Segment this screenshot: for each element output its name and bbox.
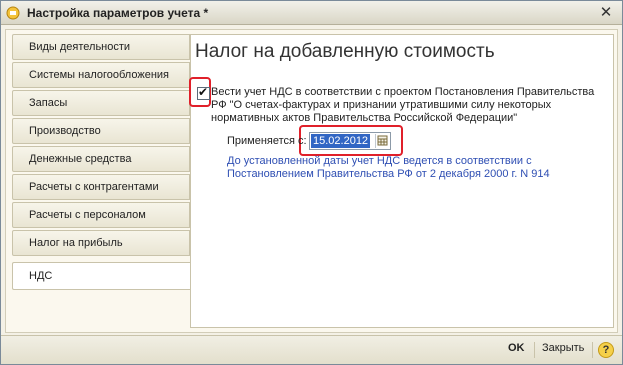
vat-checkbox-label[interactable]: Вести учет НДС в соответствии с проектом… [211,86,611,125]
tab-label: Виды деятельности [29,41,131,53]
tab-label: Налог на прибыль [29,237,123,249]
date-field[interactable]: 15.02.2012 [309,132,391,150]
tab-stocks[interactable]: Запасы [12,90,190,116]
tab-cash[interactable]: Денежные средства [12,146,190,172]
window-title: Настройка параметров учета * [27,6,209,20]
info-note: До установленной даты учет НДС ведется в… [227,155,550,180]
applied-from-label: Применяется с: [227,135,307,147]
tab-vat[interactable]: НДС [12,262,198,290]
vat-panel: Налог на добавленную стоимость ✔ Вести у… [189,34,614,328]
tab-label: НДС [29,270,53,282]
tab-label: Запасы [29,97,68,109]
divider [592,342,593,358]
tab-label: Системы налогообложения [29,69,169,81]
tab-activity-types[interactable]: Виды деятельности [12,34,190,60]
content-area: Виды деятельности Системы налогообложени… [5,29,618,333]
close-icon[interactable]: ✕ [598,4,614,20]
tab-list: Виды деятельности Системы налогообложени… [12,34,198,292]
window-icon [6,6,20,20]
title-bar[interactable]: Настройка параметров учета * ✕ [1,1,622,25]
tab-label: Расчеты с персоналом [29,209,146,221]
divider [534,342,535,358]
tab-label: Расчеты с контрагентами [29,181,159,193]
footer-bar: OK Закрыть ? [1,335,622,364]
tab-production[interactable]: Производство [12,118,190,144]
tab-personnel[interactable]: Расчеты с персоналом [12,202,190,228]
tab-label: Производство [29,125,101,137]
tab-contractors[interactable]: Расчеты с контрагентами [12,174,190,200]
panel-title: Налог на добавленную стоимость [195,41,495,62]
close-button[interactable]: Закрыть [542,342,584,354]
calendar-icon[interactable] [375,134,389,148]
tab-profit-tax[interactable]: Налог на прибыль [12,230,190,256]
vat-checkbox[interactable]: ✔ [197,85,210,100]
tab-tax-systems[interactable]: Системы налогообложения [12,62,190,88]
ok-button[interactable]: OK [508,342,525,354]
date-value[interactable]: 15.02.2012 [311,134,371,148]
checkbox-box[interactable]: ✔ [197,85,210,100]
settings-window: Настройка параметров учета * ✕ Виды деят… [0,0,623,365]
checkmark-icon: ✔ [198,85,209,99]
help-icon[interactable]: ? [598,342,614,358]
tab-label: Денежные средства [29,153,132,165]
